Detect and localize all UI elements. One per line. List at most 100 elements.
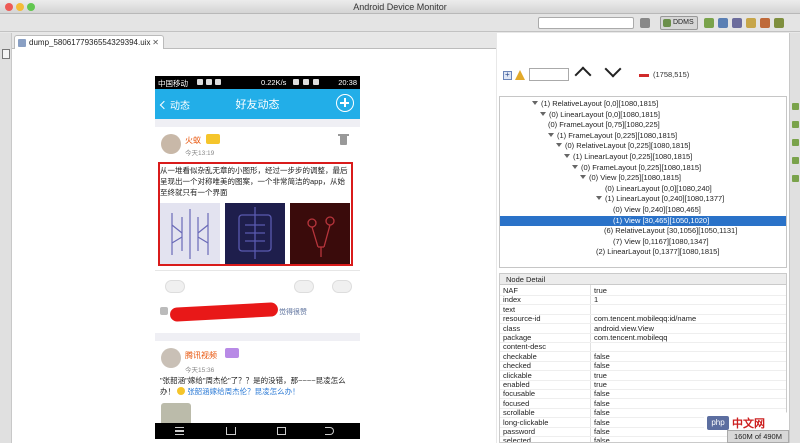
tree-node[interactable]: (0) View [0,240][1080,465]	[604, 205, 701, 215]
post-user-name[interactable]: 腾讯视频	[185, 350, 217, 361]
tree-node[interactable]: (1) LinearLayout [0,225][1080,1815]	[564, 152, 692, 162]
close-icon[interactable]: ✕	[152, 38, 159, 47]
detail-value: 1	[594, 295, 599, 305]
pattern-graphic	[307, 216, 335, 257]
detail-value: false	[594, 351, 610, 361]
trash-icon[interactable]	[338, 134, 349, 145]
detail-key: scrollable	[503, 408, 535, 418]
tree-node-label: (0) View [0,240][1080,465]	[613, 205, 701, 214]
tree-toggle-icon[interactable]	[556, 143, 562, 148]
tree-node[interactable]: (0) LinearLayout [0,0][1080,1815]	[540, 110, 660, 120]
tab-dump-file[interactable]: dump_5806177936554329394.uix ✕	[14, 35, 164, 49]
post-text[interactable]: "张韶涵"嫁给"周杰伦"了？？是的没错，那~~~~昆凌怎么办！ 张韶涵嫁给周杰伦…	[160, 375, 358, 397]
tree-node[interactable]: (1) LinearLayout [0,240][1080,1377]	[596, 194, 724, 204]
tree-node[interactable]: (0) LinearLayout [0,0][1080,240]	[596, 184, 712, 194]
node-tree[interactable]: (1) RelativeLayout [0,0][1080,1815] (0) L…	[499, 96, 787, 268]
tree-node[interactable]: (2) LinearLayout [0,1377][1080,1815]	[596, 247, 719, 257]
tree-node[interactable]: (0) RelativeLayout [0,225][1080,1815]	[556, 141, 691, 151]
tree-toggle-icon[interactable]	[548, 132, 554, 137]
watermark-text: 中文网	[732, 418, 765, 430]
tree-node-label: (1) LinearLayout [0,240][1080,1377]	[605, 194, 725, 204]
next-match-icon[interactable]	[604, 60, 622, 78]
app-header: 动态 好友动态	[155, 89, 360, 119]
tree-node[interactable]: (6) RelativeLayout [30,1056][1050,1131]	[604, 226, 737, 236]
detail-value: true	[594, 286, 607, 295]
systrace-icon[interactable]	[774, 18, 784, 28]
detail-key: NAF	[503, 286, 518, 295]
tree-node[interactable]: (0) View [0,225][1080,1815]	[580, 173, 681, 183]
warning-icon[interactable]	[515, 70, 525, 80]
thumb-up-icon	[160, 307, 168, 315]
back-icon[interactable]	[325, 427, 334, 435]
tree-node-label: (1) View [30,465][1050,1020]	[613, 215, 710, 225]
clear-search-icon[interactable]	[639, 74, 649, 77]
tree-node-label: (0) FrameLayout [0,225][1080,1815]	[581, 162, 702, 172]
tool-icon[interactable]	[760, 18, 770, 28]
expand-all-icon[interactable]	[503, 70, 512, 80]
tree-toggle-icon[interactable]	[580, 175, 586, 180]
screenshot-canvas[interactable]: 中国移动 0.22K/s 20:38 动态 好友动态 火蚁 今天13:19 从一…	[12, 49, 496, 443]
tree-node[interactable]: (7) View [0,1167][1080,1347]	[604, 237, 709, 247]
avatar[interactable]	[161, 134, 181, 154]
detail-key: selected	[503, 436, 531, 443]
tree-node[interactable]: (0) FrameLayout [0,225][1080,1815]	[572, 163, 701, 173]
node-detail-tab[interactable]: Node Detail	[499, 273, 787, 285]
avatar[interactable]	[161, 348, 181, 368]
memory-indicator[interactable]: 160M of 490M	[727, 430, 789, 443]
android-icon[interactable]	[792, 157, 799, 164]
detail-value: false	[594, 361, 610, 371]
notification-icon	[206, 79, 212, 85]
previous-match-icon[interactable]	[574, 66, 592, 84]
post-image[interactable]	[225, 203, 285, 264]
phone-screenshot[interactable]: 中国移动 0.22K/s 20:38 动态 好友动态 火蚁 今天13:19 从一…	[155, 76, 360, 439]
tree-node-label: (6) RelativeLayout [30,1056][1050,1131]	[604, 226, 738, 236]
comment-button[interactable]	[332, 280, 352, 293]
redaction-mark	[169, 302, 279, 322]
device-icon[interactable]	[2, 49, 10, 59]
ddms-perspective-button[interactable]: DDMS	[660, 16, 698, 30]
post-link[interactable]: 张韶涵嫁给周杰伦？昆凌怎么办！	[187, 387, 300, 396]
plus-icon[interactable]	[336, 94, 354, 112]
quick-access-input[interactable]	[538, 17, 634, 29]
post-image[interactable]	[160, 203, 220, 264]
tree-node[interactable]: (0) FrameLayout [0,75][1080,225]	[548, 120, 660, 130]
tree-toggle-icon[interactable]	[596, 196, 602, 201]
tree-node-label: (0) View [0,225][1080,1815]	[589, 173, 682, 183]
recent-apps-icon[interactable]	[277, 427, 286, 435]
tree-toggle-icon[interactable]	[564, 154, 570, 158]
android-icon[interactable]	[792, 175, 799, 182]
detail-key: content-desc	[503, 342, 546, 352]
post-time: 今天13:19	[185, 150, 215, 157]
share-button[interactable]	[165, 280, 185, 293]
trace-icon[interactable]	[746, 18, 756, 28]
tree-node[interactable]: (1) RelativeLayout [0,0][1080,1815]	[532, 99, 658, 109]
hierarchy-view-icon[interactable]	[718, 18, 728, 28]
tree-node[interactable]: (1) FrameLayout [0,225][1080,1815]	[548, 131, 677, 141]
main-toolbar: DDMS	[0, 14, 800, 32]
vip-badge-icon	[225, 348, 239, 358]
tree-node[interactable]: (1) View [30,465][1050,1020]	[500, 215, 786, 226]
node-search-input[interactable]	[529, 68, 569, 81]
post-user-name[interactable]: 火蚁	[185, 135, 201, 146]
ddms-icon	[663, 19, 671, 27]
tree-toggle-icon[interactable]	[572, 164, 578, 169]
detail-key: long-clickable	[503, 417, 549, 427]
android-icon[interactable]	[792, 103, 799, 110]
home-icon[interactable]	[226, 427, 236, 435]
android-icon[interactable]	[792, 139, 799, 146]
like-button[interactable]	[294, 280, 314, 293]
open-perspective-icon[interactable]	[640, 18, 650, 28]
android-icon[interactable]	[792, 121, 799, 128]
post-image[interactable]	[290, 203, 350, 264]
right-side-strip	[789, 33, 800, 443]
detail-key: package	[503, 333, 532, 342]
ddms-label: DDMS	[673, 19, 694, 26]
menu-icon[interactable]	[175, 427, 184, 435]
tree-toggle-icon[interactable]	[540, 111, 546, 116]
post-text[interactable]: 从一堆看似杂乱无章的小图形，经过一步步的调整，最后呈现出一个对称唯美的图案，一个…	[160, 165, 350, 198]
android-icon[interactable]	[704, 18, 714, 28]
likers-text: 觉得很赞	[279, 309, 307, 316]
detail-key: checked	[503, 361, 531, 371]
pixel-perfect-icon[interactable]	[732, 18, 742, 28]
tree-toggle-icon[interactable]	[532, 101, 538, 105]
